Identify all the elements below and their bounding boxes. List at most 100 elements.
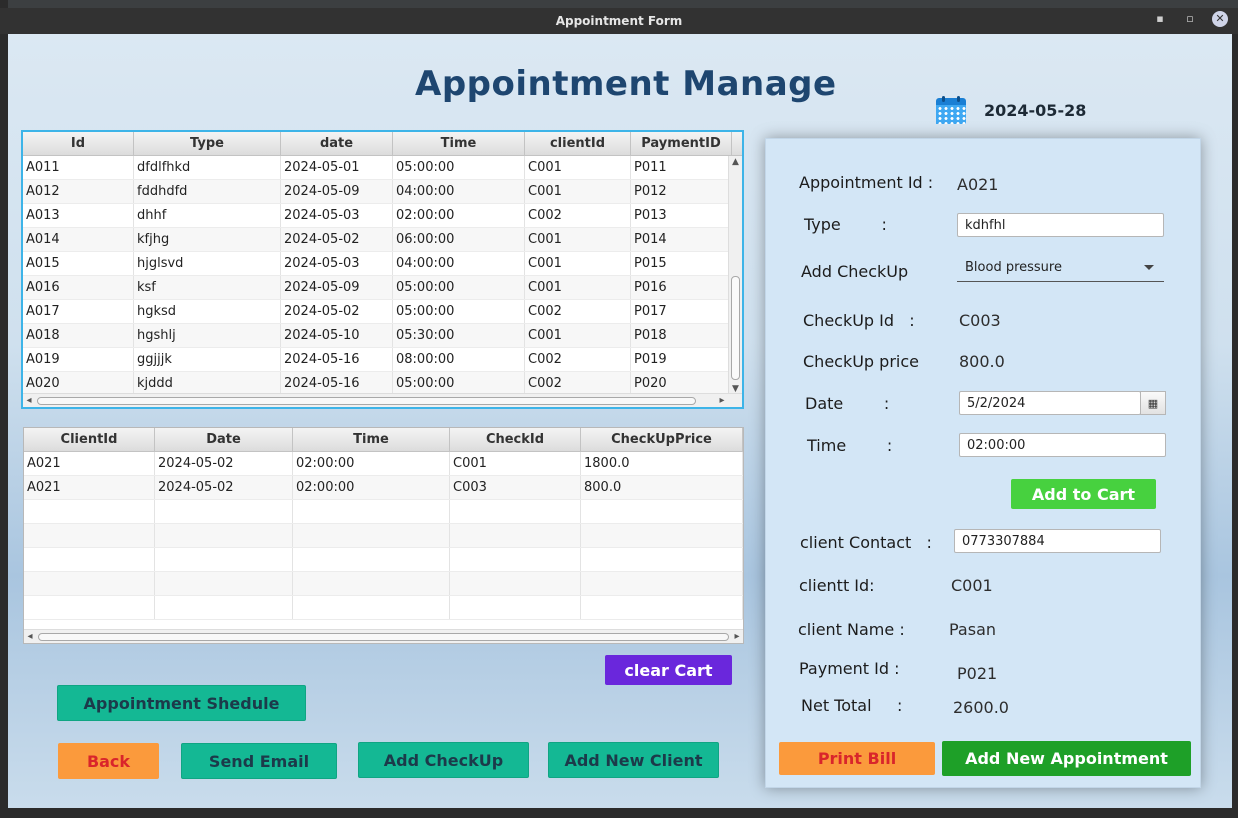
table-cell: 2024-05-01: [281, 156, 393, 179]
table-cell: A015: [23, 252, 134, 275]
vertical-scrollbar[interactable]: ▲ ▼: [728, 156, 742, 395]
table-row[interactable]: A014 kfjhg 2024-05-02 06:00:00 C001 P014: [23, 228, 742, 252]
table-row[interactable]: [24, 548, 743, 572]
print-bill-button[interactable]: Print Bill: [779, 742, 935, 775]
table-row[interactable]: A015 hjglsvd 2024-05-03 04:00:00 C001 P015: [23, 252, 742, 276]
table-row[interactable]: [24, 524, 743, 548]
table-cell: 2024-05-02: [281, 300, 393, 323]
maximize-icon[interactable]: ▫: [1182, 11, 1198, 27]
table-row[interactable]: A016 ksf 2024-05-09 05:00:00 C001 P016: [23, 276, 742, 300]
table-cell: C001: [525, 276, 631, 299]
checkup-select[interactable]: Blood pressure: [957, 254, 1164, 282]
table-cell: [581, 548, 743, 571]
column-header[interactable]: date: [281, 132, 393, 155]
table-cell: A018: [23, 324, 134, 347]
table-cell: C003: [450, 476, 581, 499]
appointment-schedule-button[interactable]: Appointment Shedule: [57, 685, 306, 721]
appointments-table[interactable]: Id Type date Time clientId PaymentID A011 dfdl…: [21, 130, 744, 409]
column-header[interactable]: CheckId: [450, 428, 581, 451]
column-header[interactable]: clientId: [525, 132, 631, 155]
table-cell: [155, 524, 293, 547]
column-header[interactable]: ClientId: [24, 428, 155, 451]
scroll-left-icon[interactable]: ◂: [24, 630, 36, 643]
add-checkup-button[interactable]: Add CheckUp: [358, 742, 529, 778]
table-cell: [450, 572, 581, 595]
table-row[interactable]: [24, 572, 743, 596]
calendar-picker-icon[interactable]: ▦: [1140, 391, 1166, 415]
column-header[interactable]: Type: [134, 132, 281, 155]
table-row[interactable]: A017 hgksd 2024-05-02 05:00:00 C002 P017: [23, 300, 742, 324]
table-cell: P015: [631, 252, 732, 275]
table-row[interactable]: A012 fddhdfd 2024-05-09 04:00:00 C001 P012: [23, 180, 742, 204]
table-cell: C002: [525, 348, 631, 371]
add-new-appointment-button[interactable]: Add New Appointment: [942, 741, 1191, 776]
time-input[interactable]: 02:00:00: [959, 433, 1166, 457]
table-row[interactable]: [24, 596, 743, 620]
back-button[interactable]: Back: [58, 743, 159, 779]
table-row[interactable]: A011 dfdlfhkd 2024-05-01 05:00:00 C001 P011: [23, 156, 742, 180]
table-cell: ggjjjk: [134, 348, 281, 371]
client-contact-input[interactable]: 0773307884: [954, 529, 1161, 553]
ide-background: [0, 0, 1238, 8]
table-cell: A020: [23, 372, 134, 395]
send-email-button[interactable]: Send Email: [181, 743, 337, 779]
table-cell: 06:00:00: [393, 228, 525, 251]
scroll-right-icon[interactable]: ▸: [731, 630, 743, 643]
cart-table[interactable]: ClientId Date Time CheckId CheckUpPrice A021…: [23, 427, 744, 644]
table-cell: P016: [631, 276, 732, 299]
add-to-cart-button[interactable]: Add to Cart: [1011, 479, 1156, 509]
table-row[interactable]: A019 ggjjjk 2024-05-16 08:00:00 C002 P019: [23, 348, 742, 372]
table-row[interactable]: A018 hgshlj 2024-05-10 05:30:00 C001 P018: [23, 324, 742, 348]
horizontal-scrollbar[interactable]: ◂ ▸: [23, 393, 742, 407]
scroll-left-icon[interactable]: ◂: [23, 394, 35, 407]
column-header[interactable]: CheckUpPrice: [581, 428, 743, 451]
net-total-label: Net Total :: [801, 696, 903, 715]
table-cell: P017: [631, 300, 732, 323]
table-cell: fddhdfd: [134, 180, 281, 203]
table-cell: 02:00:00: [393, 204, 525, 227]
table-cell: [24, 524, 155, 547]
payment-id-label: Payment Id :: [799, 659, 900, 678]
table-cell: 02:00:00: [293, 476, 450, 499]
table-cell: 2024-05-16: [281, 348, 393, 371]
table-cell: [293, 548, 450, 571]
table-row[interactable]: A013 dhhf 2024-05-03 02:00:00 C002 P013: [23, 204, 742, 228]
table-cell: A013: [23, 204, 134, 227]
table-row[interactable]: A021 2024-05-02 02:00:00 C003 800.0: [24, 476, 743, 500]
table-cell: C001: [525, 252, 631, 275]
table-cell: P019: [631, 348, 732, 371]
table-cell: 08:00:00: [393, 348, 525, 371]
scroll-right-icon[interactable]: ▸: [716, 394, 728, 407]
clear-cart-button[interactable]: clear Cart: [605, 655, 732, 685]
table-cell: P011: [631, 156, 732, 179]
appointment-id-label: Appointment Id :: [799, 173, 934, 192]
table-cell: 2024-05-02: [281, 228, 393, 251]
column-header[interactable]: Time: [393, 132, 525, 155]
scroll-up-icon[interactable]: ▲: [729, 156, 742, 168]
table-row[interactable]: [24, 500, 743, 524]
table-cell: hgksd: [134, 300, 281, 323]
table-cell: 2024-05-09: [281, 276, 393, 299]
table-cell: C001: [525, 228, 631, 251]
table-cell: C001: [525, 180, 631, 203]
table-cell: 1800.0: [581, 452, 743, 475]
table-row[interactable]: A021 2024-05-02 02:00:00 C001 1800.0: [24, 452, 743, 476]
table-cell: A014: [23, 228, 134, 251]
table-cell: 02:00:00: [293, 452, 450, 475]
table-cell: [155, 572, 293, 595]
column-header[interactable]: PaymentID: [631, 132, 732, 155]
minimize-icon[interactable]: ▪: [1152, 11, 1168, 27]
horizontal-scrollbar[interactable]: ◂ ▸: [24, 629, 743, 643]
table-cell: 2024-05-16: [281, 372, 393, 395]
ide-left-gutter: [0, 0, 8, 818]
column-header[interactable]: Id: [23, 132, 134, 155]
close-icon[interactable]: ✕: [1212, 11, 1228, 27]
add-new-client-button[interactable]: Add New Client: [548, 742, 719, 778]
client-id-value: C001: [951, 576, 993, 595]
checkup-price-value: 800.0: [959, 352, 1005, 371]
column-header[interactable]: Time: [293, 428, 450, 451]
date-picker-input[interactable]: 5/2/2024: [959, 391, 1141, 415]
column-header[interactable]: Date: [155, 428, 293, 451]
type-input[interactable]: kdhfhl: [957, 213, 1164, 237]
table-cell: C002: [525, 372, 631, 395]
